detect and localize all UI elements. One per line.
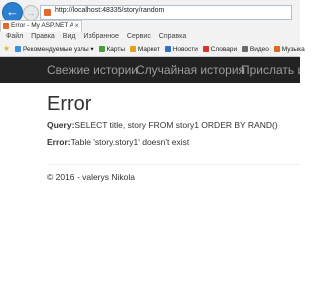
music-icon (273, 46, 280, 52)
page-title: Error (47, 93, 92, 115)
tab-close-icon[interactable]: × (74, 21, 79, 30)
site-favicon-icon (44, 9, 51, 16)
browser-chrome: ← → http://localhost:48335/story/random … (0, 0, 305, 57)
query-label: Query: (47, 120, 75, 130)
menu-tools[interactable]: Сервис (127, 31, 151, 43)
menu-edit[interactable]: Правка (31, 31, 55, 43)
url-text[interactable]: http://localhost:48335/story/random (55, 7, 164, 14)
menu-bar: Файл Правка Вид Избранное Сервис Справка (0, 31, 300, 43)
news-icon (164, 46, 171, 52)
arrow-left-icon: ← (6, 4, 19, 19)
favorite-dictionaries[interactable]: Словари (202, 44, 237, 56)
nav-latest-stories[interactable]: Свежие истории (47, 63, 138, 77)
menu-help[interactable]: Справка (159, 31, 186, 43)
favorite-market[interactable]: Маркет (129, 44, 160, 56)
error-message: Table 'story.story1' doesn't exist (70, 137, 190, 147)
ie-icon (14, 46, 21, 52)
tab-favicon-icon (3, 23, 9, 29)
video-icon (241, 46, 248, 52)
forward-button[interactable]: → (23, 5, 39, 21)
favorite-maps[interactable]: Карты (98, 44, 125, 56)
nav-submit-story[interactable]: Прислать ис (241, 63, 300, 77)
favorites-star-icon[interactable]: ★ (3, 43, 10, 55)
tab-title: Error - My ASP.NET Applica... (11, 22, 73, 29)
menu-file[interactable]: Файл (6, 31, 23, 43)
query-value: SELECT title, story FROM story1 ORDER BY… (74, 120, 278, 130)
favorite-video[interactable]: Видео (241, 44, 269, 56)
menu-view[interactable]: Вид (63, 31, 76, 43)
market-icon (129, 46, 136, 52)
address-bar[interactable]: http://localhost:48335/story/random (40, 5, 292, 20)
error-label: Error: (47, 137, 71, 147)
menu-favorites[interactable]: Избранное (83, 31, 118, 43)
maps-icon (98, 46, 105, 52)
favorite-news[interactable]: Новости (164, 44, 198, 56)
favorite-music[interactable]: Музыка (273, 44, 305, 56)
footer-divider (47, 164, 300, 165)
footer-copyright: © 2016 - valerys Nikola (47, 172, 135, 182)
dictionary-icon (202, 46, 209, 52)
arrow-right-icon: → (26, 8, 36, 18)
query-line: Query:SELECT title, story FROM story1 OR… (47, 120, 278, 130)
error-line: Error:Table 'story.story1' doesn't exist (47, 137, 189, 147)
nav-random-story[interactable]: Случайная история (136, 63, 245, 77)
site-navbar: Свежие истории Случайная история Прислат… (0, 57, 300, 83)
favorite-recommended[interactable]: Рекомендуемые узлы ▾ (14, 44, 94, 56)
favorites-bar: ★ Рекомендуемые узлы ▾ Карты Маркет Ново… (0, 43, 305, 56)
